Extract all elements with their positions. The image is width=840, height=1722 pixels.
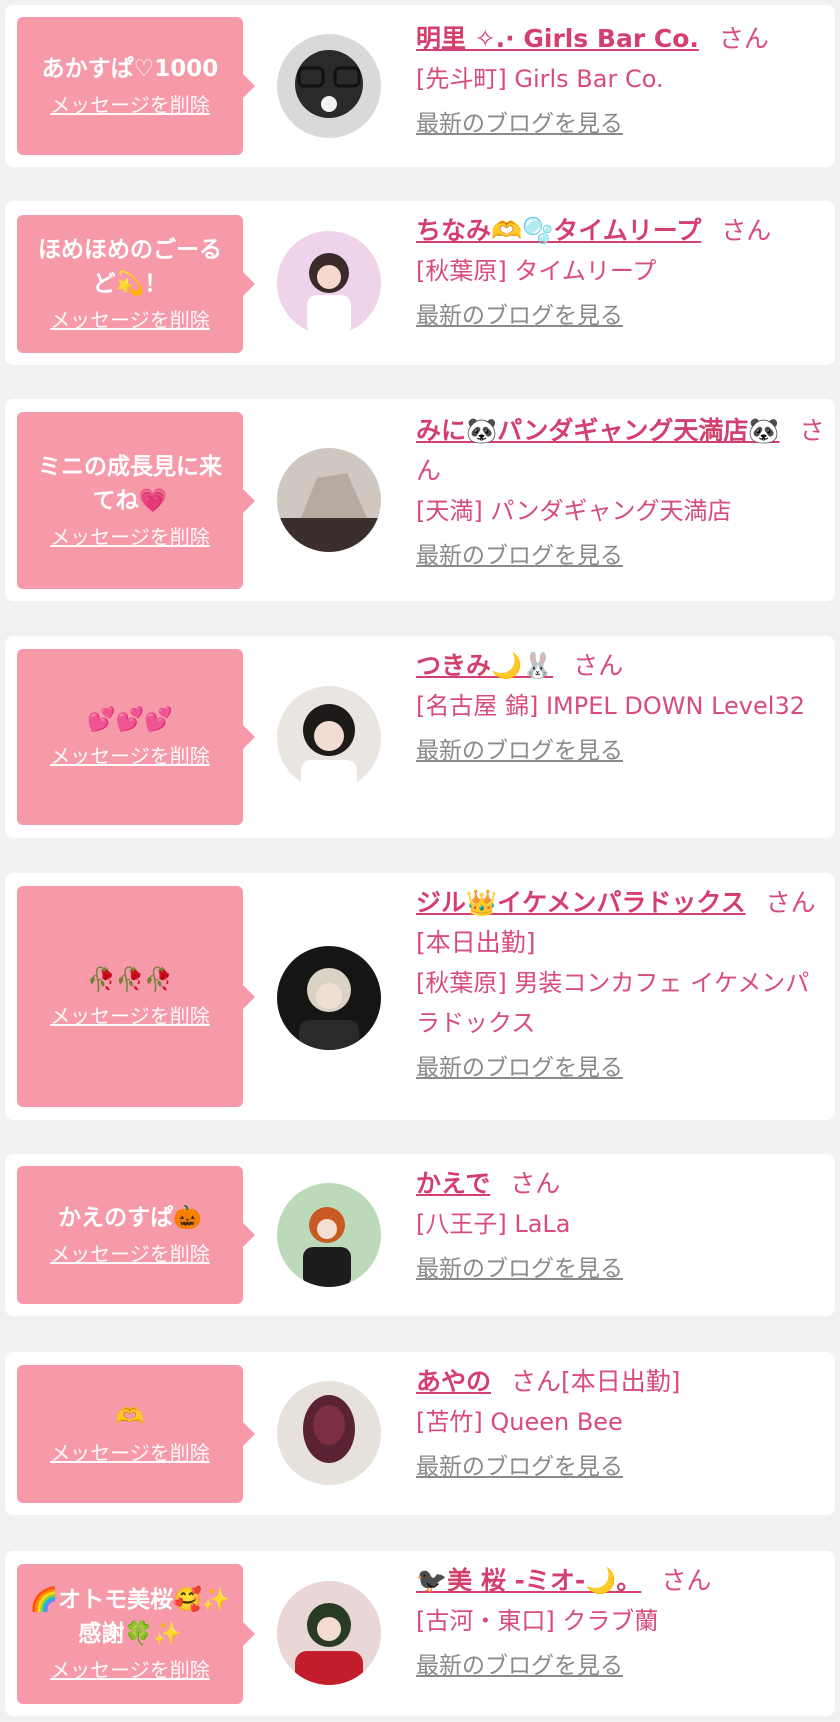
shop-label: [秋葉原] タイムリープ bbox=[416, 257, 657, 285]
shop-label: [苫竹] Queen Bee bbox=[416, 1408, 623, 1436]
user-name-link[interactable]: ジル👑イケメンパラドックス bbox=[416, 888, 746, 917]
list-item: 🥀🥀🥀 メッセージを削除 ジル👑イケメンパラドックス さん [本日出勤] [秋葉原]… bbox=[5, 873, 835, 1120]
avatar[interactable] bbox=[277, 686, 381, 790]
san-label: さん bbox=[661, 1566, 712, 1595]
blog-link[interactable]: 最新のブログを見る bbox=[416, 539, 623, 573]
san-label: さん bbox=[718, 24, 769, 53]
message-bubble: 💕💕💕 メッセージを削除 bbox=[17, 649, 255, 825]
delete-message-link[interactable]: メッセージを削除 bbox=[50, 741, 210, 771]
delete-message-link[interactable]: メッセージを削除 bbox=[50, 1001, 210, 1031]
blog-link[interactable]: 最新のブログを見る bbox=[416, 107, 623, 141]
message-bubble: 🫶 メッセージを削除 bbox=[17, 1365, 255, 1503]
delete-message-link[interactable]: メッセージを削除 bbox=[50, 1239, 210, 1269]
avatar[interactable] bbox=[277, 1381, 381, 1485]
user-name-link[interactable]: つきみ🌙🐰 bbox=[416, 651, 553, 680]
message-list: あかすぱ♡1000 メッセージを削除 明里 ✧.· Girls Bar Co. さ… bbox=[0, 0, 840, 1722]
list-item: 💕💕💕 メッセージを削除 つきみ🌙🐰 さん [名古屋 錦] IMPEL DOWN … bbox=[5, 636, 835, 838]
san-label: さん bbox=[510, 1169, 561, 1198]
blog-link[interactable]: 最新のブログを見る bbox=[416, 1051, 623, 1085]
message-text: かえのすぱ🎃 bbox=[58, 1205, 202, 1231]
avatar[interactable] bbox=[277, 1183, 381, 1287]
avatar[interactable] bbox=[277, 448, 381, 552]
status-badge: [本日出勤] bbox=[561, 1367, 681, 1396]
message-text: あかすぱ♡1000 bbox=[41, 56, 219, 82]
list-item: かえのすぱ🎃 メッセージを削除 かえで さん [八王子] LaLa 最新のブログを… bbox=[5, 1154, 835, 1316]
avatar[interactable] bbox=[277, 946, 381, 1050]
shop-label: [秋葉原] 男装コンカフェ イケメンパラドックス bbox=[416, 969, 810, 1037]
san-label: さん bbox=[573, 651, 624, 680]
message-text: ほめほめのごーるど💫！ bbox=[38, 237, 222, 297]
list-item: ほめほめのごーるど💫！ メッセージを削除 ちなみ🫶🫧タイムリープ さん [秋葉原]… bbox=[5, 201, 835, 365]
avatar[interactable] bbox=[277, 1581, 381, 1685]
list-item: 🫶 メッセージを削除 あやの さん[本日出勤] [苫竹] Queen Bee 最新… bbox=[5, 1352, 835, 1515]
shop-label: [先斗町] Girls Bar Co. bbox=[416, 65, 664, 93]
message-bubble: ミニの成長見に来てね💗 メッセージを削除 bbox=[17, 412, 255, 589]
user-name-link[interactable]: あやの bbox=[416, 1367, 491, 1396]
delete-message-link[interactable]: メッセージを削除 bbox=[50, 305, 210, 335]
message-bubble: 🥀🥀🥀 メッセージを削除 bbox=[17, 886, 255, 1107]
delete-message-link[interactable]: メッセージを削除 bbox=[50, 90, 210, 120]
blog-link[interactable]: 最新のブログを見る bbox=[416, 1649, 623, 1683]
message-text: 🫶 bbox=[115, 1404, 145, 1430]
user-name-link[interactable]: 明里 ✧.· Girls Bar Co. bbox=[416, 24, 699, 53]
list-item: 🌈オトモ美桜🥰✨感謝🍀✨ メッセージを削除 🐦‍⬛美 桜 -ミオ-🌙。 さん [古… bbox=[5, 1551, 835, 1716]
avatar[interactable] bbox=[277, 34, 381, 138]
avatar[interactable] bbox=[277, 231, 381, 335]
shop-label: [八王子] LaLa bbox=[416, 1210, 571, 1238]
shop-label: [名古屋 錦] IMPEL DOWN Level32 bbox=[416, 692, 805, 720]
message-text: 💕💕💕 bbox=[87, 707, 173, 733]
shop-label: [天満] パンダギャング天満店 bbox=[416, 497, 732, 525]
san-label: さん bbox=[765, 888, 816, 917]
delete-message-link[interactable]: メッセージを削除 bbox=[50, 1655, 210, 1685]
message-bubble: ほめほめのごーるど💫！ メッセージを削除 bbox=[17, 215, 255, 353]
san-label: さん bbox=[511, 1367, 562, 1396]
message-text: ミニの成長見に来てね💗 bbox=[38, 453, 222, 514]
status-badge: [本日出勤] bbox=[416, 928, 536, 957]
blog-link[interactable]: 最新のブログを見る bbox=[416, 1252, 623, 1286]
user-name-link[interactable]: ちなみ🫶🫧タイムリープ bbox=[416, 216, 701, 245]
list-item: ミニの成長見に来てね💗 メッセージを削除 みに🐼パンダギャング天満店🐼 さん [天… bbox=[5, 399, 835, 601]
message-text: 🌈オトモ美桜🥰✨感謝🍀✨ bbox=[29, 1587, 231, 1647]
message-bubble: かえのすぱ🎃 メッセージを削除 bbox=[17, 1166, 255, 1304]
delete-message-link[interactable]: メッセージを削除 bbox=[50, 522, 210, 552]
blog-link[interactable]: 最新のブログを見る bbox=[416, 734, 623, 768]
user-name-link[interactable]: かえで bbox=[416, 1169, 490, 1198]
san-label: さん bbox=[721, 216, 772, 245]
shop-label: [古河・東口] クラブ蘭 bbox=[416, 1607, 659, 1635]
delete-message-link[interactable]: メッセージを削除 bbox=[50, 1438, 210, 1468]
blog-link[interactable]: 最新のブログを見る bbox=[416, 1450, 623, 1484]
message-bubble: あかすぱ♡1000 メッセージを削除 bbox=[17, 17, 255, 155]
message-bubble: 🌈オトモ美桜🥰✨感謝🍀✨ メッセージを削除 bbox=[17, 1564, 255, 1704]
message-text: 🥀🥀🥀 bbox=[87, 966, 173, 993]
list-item: あかすぱ♡1000 メッセージを削除 明里 ✧.· Girls Bar Co. さ… bbox=[5, 5, 835, 167]
blog-link[interactable]: 最新のブログを見る bbox=[416, 299, 623, 333]
user-name-link[interactable]: みに🐼パンダギャング天満店🐼 bbox=[416, 416, 780, 445]
user-name-link[interactable]: 🐦‍⬛美 桜 -ミオ-🌙。 bbox=[416, 1566, 641, 1595]
